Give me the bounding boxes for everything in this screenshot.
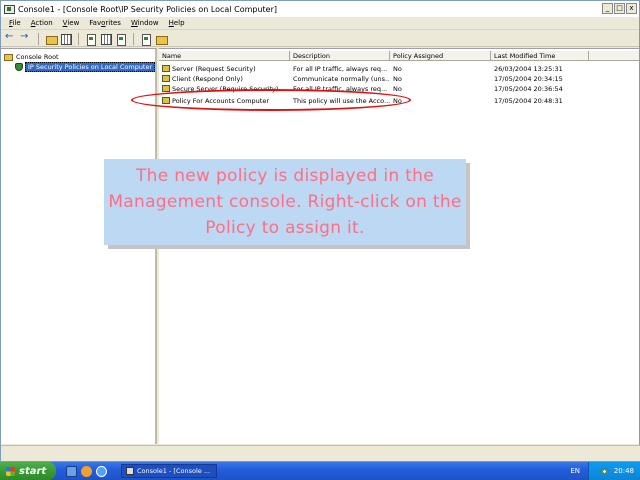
tree-label: IP Security Policies on Local Computer	[25, 62, 156, 72]
up-folder-icon[interactable]	[45, 33, 58, 45]
quick-launch	[66, 465, 107, 477]
callout-text: The new policy is displayed in the Manag…	[108, 166, 462, 238]
taskbar-item-label: Console1 - [Console ...	[137, 467, 211, 475]
menu-action[interactable]: Action	[31, 19, 53, 27]
media-player-icon[interactable]	[81, 465, 92, 477]
highlight-ellipse	[131, 89, 411, 111]
tutorial-callout: The new policy is displayed in the Manag…	[104, 159, 466, 245]
show-desktop-icon[interactable]	[66, 465, 77, 477]
toolbar	[1, 31, 639, 47]
window-title: Console1 - [Console Root\IP Security Pol…	[18, 4, 277, 14]
menu-bar: File Action View Favorites Window Help	[1, 17, 639, 30]
toolbar-separator	[133, 32, 134, 45]
tree-item-ip-security-policies[interactable]: IP Security Policies on Local Computer	[15, 62, 156, 72]
column-header-last-modified[interactable]: Last Modified Time	[491, 51, 589, 61]
back-arrow-icon[interactable]	[5, 31, 17, 45]
menu-help[interactable]: Help	[169, 19, 185, 27]
mmc-app-icon[interactable]	[4, 4, 15, 14]
tree-label: Console Root	[16, 53, 59, 61]
table-row[interactable]: Server (Request Security) For all IP tra…	[159, 64, 599, 74]
tree-pane[interactable]: Console Root IP Security Policies on Loc…	[1, 48, 157, 444]
column-header-policy-assigned[interactable]: Policy Assigned	[390, 51, 491, 61]
new-policy-icon[interactable]	[140, 33, 152, 46]
toolbar-separator	[38, 32, 39, 45]
title-bar[interactable]: Console1 - [Console Root\IP Security Pol…	[1, 1, 639, 17]
tree-item-console-root[interactable]: Console Root	[4, 53, 59, 61]
policy-modified-cell: 17/05/2004 20:34:15	[494, 75, 563, 83]
policy-modified-cell: 26/03/2004 13:25:31	[494, 65, 563, 73]
policy-description-cell: For all IP traffic, always req...	[293, 65, 388, 73]
policy-icon	[162, 65, 170, 72]
policy-assigned-cell: No	[393, 75, 402, 83]
clock[interactable]: 20:48	[614, 467, 634, 475]
taskbar: start Console1 - [Console ... EN 20:48	[0, 462, 640, 480]
start-label: start	[19, 465, 47, 477]
policy-modified-cell: 17/05/2004 20:36:54	[494, 85, 563, 93]
properties-icon[interactable]	[100, 33, 112, 45]
window-controls: _ □ x	[602, 3, 637, 14]
taskbar-item-console1[interactable]: Console1 - [Console ...	[121, 464, 217, 478]
table-row[interactable]: Client (Respond Only) Communicate normal…	[159, 74, 599, 84]
status-bar	[1, 445, 640, 461]
column-header-description[interactable]: Description	[290, 51, 390, 61]
help-icon[interactable]	[115, 33, 127, 46]
folder-icon	[4, 53, 13, 61]
network-icon[interactable]	[599, 466, 609, 476]
column-header-filler	[589, 51, 639, 61]
policy-description-cell: Communicate normally (uns...	[293, 75, 390, 83]
internet-explorer-icon[interactable]	[96, 465, 107, 477]
language-indicator[interactable]: EN	[570, 467, 580, 475]
policy-modified-cell: 17/05/2004 20:48:31	[494, 97, 563, 105]
policy-name-cell: Client (Respond Only)	[159, 74, 290, 84]
policy-assigned-cell: No	[393, 85, 402, 93]
minimize-button[interactable]: _	[602, 3, 613, 14]
system-tray: 20:48	[588, 462, 640, 480]
policy-icon	[162, 85, 170, 92]
policy-assigned-cell: No	[393, 65, 402, 73]
mmc-app-icon	[126, 467, 134, 475]
menu-file[interactable]: File	[9, 19, 21, 27]
show-tree-icon[interactable]	[60, 33, 72, 45]
manage-filters-icon[interactable]	[155, 33, 168, 45]
maximize-button[interactable]: □	[614, 3, 625, 14]
export-list-icon[interactable]	[85, 33, 97, 46]
column-headers: Name Description Policy Assigned Last Mo…	[159, 51, 639, 61]
menu-favorites[interactable]: Favorites	[89, 19, 121, 27]
policy-icon	[162, 75, 170, 82]
forward-arrow-icon[interactable]	[20, 31, 32, 45]
windows-flag-icon	[6, 466, 15, 476]
policy-name-cell: Server (Request Security)	[159, 64, 290, 74]
toolbar-separator	[78, 32, 79, 45]
start-button[interactable]: start	[0, 462, 56, 480]
ip-security-policy-icon	[15, 63, 23, 71]
menu-view[interactable]: View	[63, 19, 80, 27]
menu-window[interactable]: Window	[131, 19, 159, 27]
column-header-name[interactable]: Name	[159, 51, 290, 61]
close-button[interactable]: x	[626, 3, 637, 14]
